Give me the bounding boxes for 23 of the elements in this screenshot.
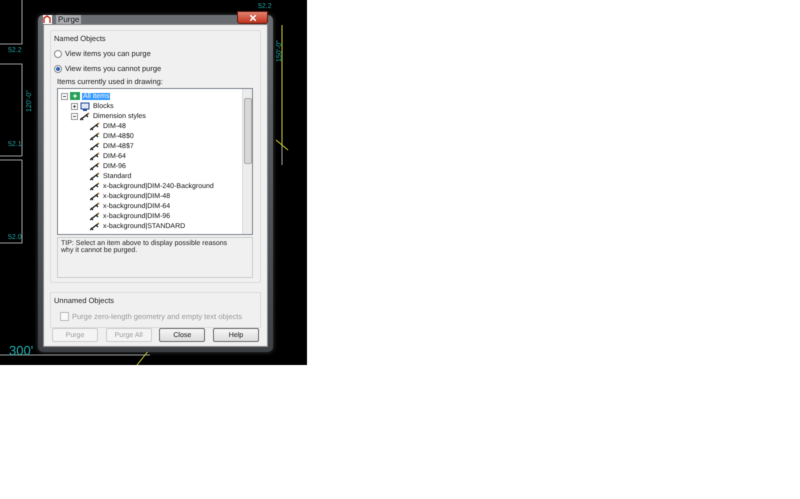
scrollbar[interactable] bbox=[242, 89, 252, 234]
expand-icon[interactable] bbox=[71, 102, 78, 110]
dimension-icon bbox=[90, 132, 100, 140]
collapse-icon[interactable] bbox=[61, 92, 68, 100]
radio-button[interactable] bbox=[54, 50, 62, 58]
dimension-icon bbox=[90, 182, 100, 190]
dimension-icon bbox=[90, 172, 100, 180]
monitor-icon bbox=[80, 102, 90, 110]
dimension-icon bbox=[90, 212, 100, 220]
dimension-icon bbox=[80, 112, 90, 120]
close-icon bbox=[250, 14, 256, 20]
dimension-label: 300' bbox=[9, 343, 34, 358]
app-icon bbox=[43, 15, 52, 24]
close-button[interactable] bbox=[237, 11, 268, 24]
radio-button[interactable] bbox=[54, 64, 62, 72]
dimension-icon bbox=[90, 122, 100, 130]
dimension-icon bbox=[90, 222, 100, 230]
dimension-icon bbox=[90, 152, 100, 160]
dimension-icon bbox=[90, 162, 100, 170]
dimension-icon bbox=[90, 192, 100, 200]
dimension-icon bbox=[90, 142, 100, 150]
dimension-icon bbox=[90, 202, 100, 210]
collapse-icon[interactable] bbox=[71, 112, 78, 120]
